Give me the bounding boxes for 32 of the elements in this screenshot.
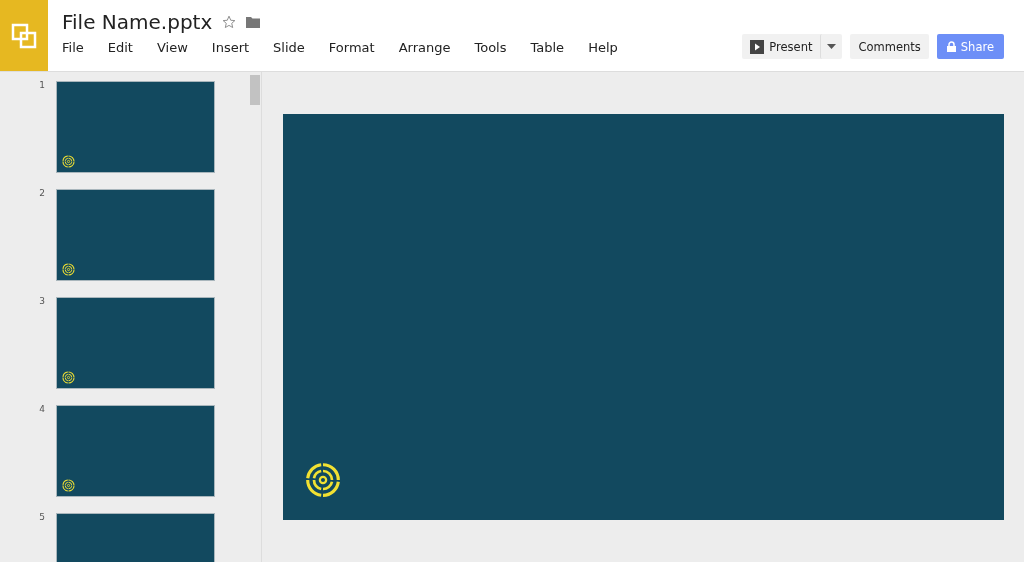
- slide-number: 2: [38, 188, 46, 198]
- menu-item[interactable]: Arrange: [398, 40, 451, 55]
- menu-item[interactable]: Edit: [107, 40, 133, 55]
- target-logo-icon: [62, 371, 75, 384]
- slide-thumbnail[interactable]: [56, 405, 215, 497]
- slide-number: 4: [38, 404, 46, 414]
- document-title[interactable]: File Name.pptx: [62, 10, 213, 34]
- caret-icon: [827, 44, 837, 49]
- target-logo-icon: [305, 462, 341, 498]
- slide-number: 1: [38, 80, 46, 90]
- menu-item[interactable]: Help: [588, 40, 618, 55]
- slide-thumbnail[interactable]: [56, 297, 215, 389]
- menu-item[interactable]: File: [62, 40, 84, 55]
- comments-button[interactable]: Comments: [850, 34, 929, 59]
- star-icon[interactable]: [222, 15, 237, 29]
- menu-item[interactable]: View: [156, 40, 188, 55]
- lock-icon: [946, 41, 956, 52]
- slide-thumbnail[interactable]: [56, 189, 215, 281]
- folder-icon[interactable]: [246, 16, 261, 28]
- play-icon: [750, 39, 765, 54]
- slide-thumbnail[interactable]: [56, 81, 215, 173]
- target-logo-icon: [62, 479, 75, 492]
- slide-number: 5: [38, 512, 46, 522]
- menu-item[interactable]: Tools: [474, 40, 507, 55]
- target-logo-icon: [62, 263, 75, 276]
- menu-item[interactable]: Insert: [211, 40, 250, 55]
- menu-item[interactable]: Slide: [273, 40, 305, 55]
- scrollbar-thumb[interactable]: [250, 75, 260, 105]
- menu-item[interactable]: Format: [328, 40, 375, 55]
- target-logo-icon: [62, 155, 75, 168]
- menu-item[interactable]: Table: [530, 40, 565, 55]
- slide-number: 3: [38, 296, 46, 306]
